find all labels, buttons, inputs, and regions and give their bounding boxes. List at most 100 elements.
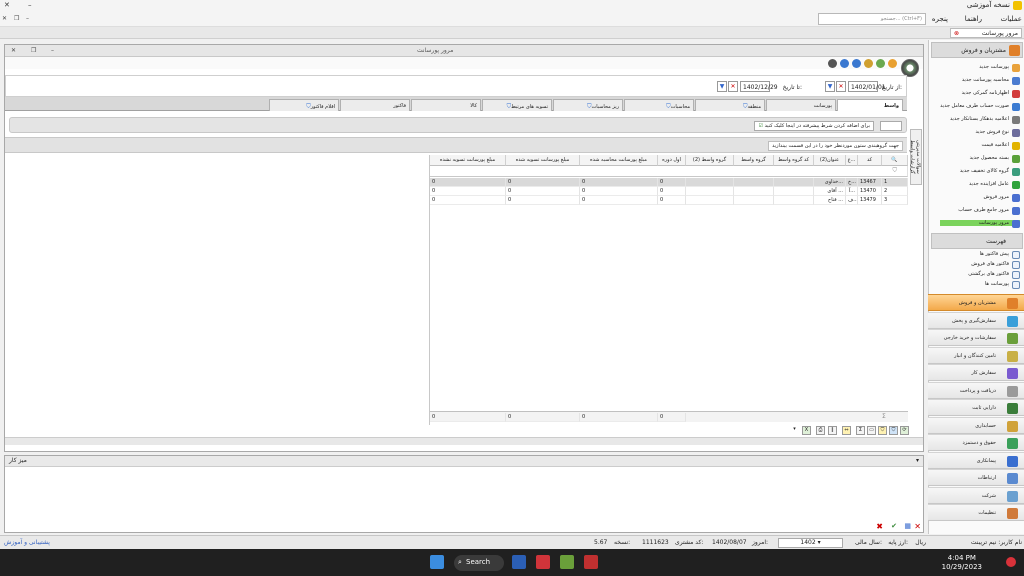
notification-icon[interactable] — [1006, 557, 1016, 567]
window-close-button[interactable]: ✕ — [11, 47, 16, 54]
grid-filter-clear-icon[interactable]: ⛉ — [878, 426, 887, 435]
table-row[interactable]: 3 13479 ف... فتاح ... 0 0 0 0 — [430, 196, 908, 205]
section-list[interactable]: فهرست — [931, 233, 1023, 249]
col-header-unsettled[interactable]: مبلغ پورسانت تسویه نشده — [430, 155, 506, 166]
menu-window[interactable]: پنجره — [932, 15, 948, 23]
col-header-settled[interactable]: مبلغ پورسانت تسویه شده — [506, 155, 580, 166]
nav-item[interactable]: پورسانت جدید — [940, 64, 1020, 72]
nav-item[interactable]: مرور جامع طرف حساب — [940, 207, 1020, 215]
section-customers-sales[interactable]: مشتریان و فروش — [931, 42, 1023, 58]
search-column-header[interactable]: 🔍 — [882, 155, 908, 166]
menu-operations[interactable]: عملیات — [1001, 15, 1022, 23]
media-app-icon[interactable] — [536, 555, 550, 569]
module-button[interactable]: سفارشات و خرید خارجی — [928, 329, 1024, 346]
module-button[interactable]: شرکت — [928, 486, 1024, 504]
calendar-from-icon[interactable]: ▼ — [825, 81, 835, 92]
print-icon[interactable] — [864, 59, 873, 68]
tab-intermediary[interactable]: واسط — [837, 99, 903, 111]
list-item[interactable]: فاکتور های فروش — [940, 261, 1020, 269]
info-icon[interactable] — [840, 59, 849, 68]
add-condition-button[interactable]: ☑ برای اضافه کردن شرط پیشرفته در اینجا ک… — [754, 121, 874, 131]
window-minimize-button[interactable]: – — [51, 47, 54, 54]
tab-related-settlements[interactable]: ⛉تسویه های مرتبط — [482, 99, 552, 111]
module-button[interactable]: پیمانکاری — [928, 451, 1024, 469]
col-header-group-code[interactable]: کد گروه واسط — [774, 155, 814, 166]
clear-from-date-icon[interactable]: ✕ — [836, 81, 846, 92]
module-button[interactable]: حسابداری — [928, 416, 1024, 434]
col-header-title2[interactable]: عنوان(2) — [814, 155, 846, 166]
grid-menu-icon[interactable]: ▾ — [790, 426, 799, 435]
nav-item[interactable]: بسته محصول جدید — [940, 155, 1020, 163]
support-link[interactable]: پشتیبانی و آموزش — [4, 539, 50, 546]
nav-item[interactable]: اعلامیه قیمت — [940, 142, 1020, 150]
list-item[interactable]: فاکتور های برگشتی — [940, 271, 1020, 279]
horizontal-scrollbar[interactable] — [5, 437, 923, 445]
nav-item[interactable]: عامل افزاینده جدید — [940, 181, 1020, 189]
tab-calculations[interactable]: ⛉محاسبات — [624, 99, 694, 111]
filter-row[interactable]: ⛉ — [430, 166, 908, 177]
delete-icon[interactable]: ✕ — [914, 522, 921, 531]
confirm-icon[interactable]: ✔ — [891, 522, 897, 530]
module-button[interactable]: مشتریان و فروش — [928, 294, 1024, 311]
col-header-calculated[interactable]: مبلغ پورسانت محاسبه شده — [580, 155, 658, 166]
list-item[interactable]: پورسانت ها — [940, 281, 1020, 289]
module-button[interactable]: سفارش‌گیری و پخش — [928, 311, 1024, 329]
minimize-window-button[interactable]: – — [28, 1, 32, 9]
module-button[interactable]: سفارش کار — [928, 364, 1024, 381]
module-button[interactable]: دارایی ثابت — [928, 399, 1024, 416]
minimize-doc-button[interactable]: – — [26, 15, 29, 22]
module-button[interactable]: ارتباطات — [928, 469, 1024, 486]
grid-refresh-icon[interactable]: ⟳ — [900, 426, 909, 435]
cancel-icon[interactable]: ✖ — [876, 522, 883, 531]
module-button[interactable]: تامین کنندگان و انبار — [928, 346, 1024, 364]
col-header-group2[interactable]: گروه واسط (2) — [686, 155, 734, 166]
grid-expand-icon[interactable]: ▭ — [867, 426, 876, 435]
grid-excel-icon[interactable]: X — [802, 426, 811, 435]
from-date-input[interactable]: 1402/01/01 — [848, 81, 886, 92]
grid-layout-icon[interactable]: ∥ — [828, 426, 837, 435]
module-button[interactable]: تنظیمات — [928, 504, 1024, 521]
word-icon[interactable] — [512, 555, 526, 569]
accounting-app-icon[interactable] — [560, 555, 574, 569]
search-input[interactable]: جستجو... (Ctrl+F) — [818, 13, 926, 25]
close-doc-button[interactable]: ✕ — [2, 15, 7, 22]
nav-item[interactable]: اظهارنامه گمرکی جدید — [940, 90, 1020, 98]
col-header-group[interactable]: گروه واسط — [734, 155, 774, 166]
collapse-icon[interactable]: ▾ — [916, 457, 919, 464]
condition-toggle[interactable] — [880, 121, 902, 131]
calendar-to-icon[interactable]: ▼ — [717, 81, 727, 92]
module-button[interactable]: حقوق و دستمزد — [928, 434, 1024, 451]
add-icon[interactable] — [876, 59, 885, 68]
clear-to-date-icon[interactable]: ✕ — [728, 81, 738, 92]
nav-item[interactable]: مرور پورسانت — [940, 220, 1020, 228]
nav-item[interactable]: نوع فروش جدید — [940, 129, 1020, 137]
close-window-button[interactable]: ✕ — [4, 1, 10, 9]
taskbar-search[interactable]: ⌕ Search — [454, 555, 504, 571]
fiscal-year-select[interactable]: 1402 ▾ — [778, 538, 843, 548]
col-header-abbr[interactable]: ع... — [846, 155, 858, 166]
nav-item[interactable]: محاسبه پورسانت جدید — [940, 77, 1020, 85]
grid-filter-icon[interactable]: ⛉ — [889, 426, 898, 435]
table-row[interactable]: 2 13470 آ... آقای ... 0 0 0 0 — [430, 187, 908, 196]
windows-start-icon[interactable] — [430, 555, 444, 569]
tab-region[interactable]: ⛉منطقه — [695, 99, 765, 111]
tab-commission-review[interactable]: ⊗ مرور پورسانت — [950, 28, 1022, 38]
to-date-input[interactable]: 1402/12/29 — [740, 81, 778, 92]
tab-invoice-items[interactable]: ⛉اقلام فاکتور — [269, 99, 339, 111]
nav-item[interactable]: صورت حساب طرف معامل جدید — [940, 103, 1020, 111]
browser-icon[interactable] — [584, 555, 598, 569]
management-reports-tab[interactable]: سوالات مدیریتی گزارشات واسط — [909, 129, 922, 185]
col-header-code[interactable]: کد — [858, 155, 882, 166]
taskbar-clock[interactable]: 4:04 PM 10/29/2023 — [942, 554, 982, 572]
nav-item[interactable]: اعلامیه بدهکار بستانکار جدید — [940, 116, 1020, 124]
list-item[interactable]: پیش فاکتور ها — [940, 251, 1020, 259]
settings-icon[interactable] — [888, 59, 897, 68]
tab-goods[interactable]: کالا — [411, 99, 481, 111]
grid-columns-icon[interactable]: ⇔ — [842, 426, 851, 435]
grid-sum-icon[interactable]: Σ — [856, 426, 865, 435]
restore-doc-button[interactable]: ❐ — [14, 15, 19, 22]
col-header-opening[interactable]: اول دوره — [658, 155, 686, 166]
refresh-icon[interactable] — [852, 59, 861, 68]
tab-commission[interactable]: پورسانت — [766, 99, 836, 111]
tab-calc-details[interactable]: ⛉ریز محاسبات — [553, 99, 623, 111]
